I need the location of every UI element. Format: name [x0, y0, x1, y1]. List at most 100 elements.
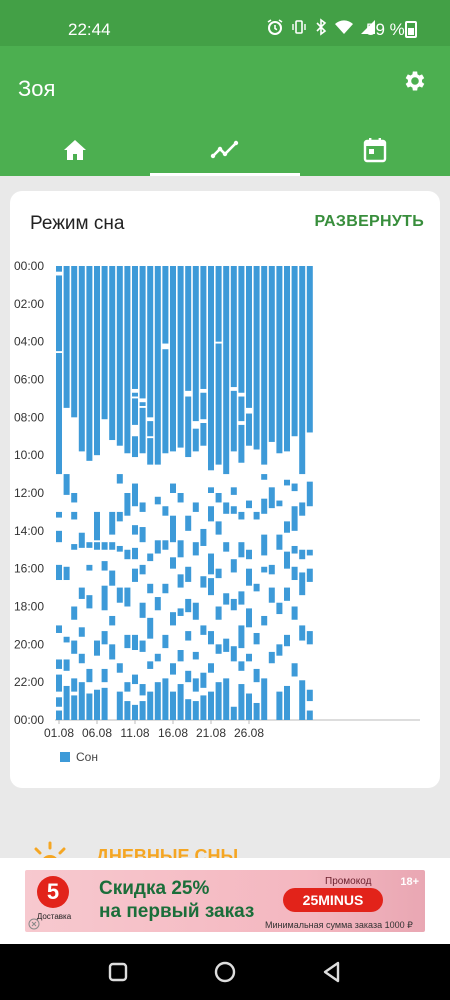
ad-banner[interactable]: 5 Доставка Скидка 25% на первый заказ Пр…	[25, 870, 425, 932]
sleep-bar	[246, 266, 252, 408]
sleep-bar	[268, 266, 275, 442]
sleep-bar	[56, 353, 62, 475]
sleep-bar	[230, 598, 237, 611]
sleep-bar	[147, 421, 154, 437]
sleep-bar	[147, 583, 154, 594]
sleep-bar	[139, 407, 146, 454]
sleep-bar	[63, 266, 70, 408]
sleep-bar	[109, 644, 116, 660]
x-tick-label: 11.08	[120, 726, 149, 740]
sleep-bar	[56, 674, 62, 692]
sleep-bar	[192, 678, 199, 692]
sleep-bar	[162, 266, 169, 344]
tab-home[interactable]	[0, 124, 150, 176]
sleep-bar	[246, 500, 252, 509]
sleep-bar	[208, 506, 214, 522]
sleep-bar	[200, 695, 207, 720]
sleep-bar	[177, 574, 184, 588]
sleep-bar	[238, 591, 245, 605]
sleep-bar	[63, 659, 70, 671]
y-tick-label: 02:00	[14, 297, 44, 311]
pyaterochka-logo: 5 Доставка	[31, 876, 77, 924]
sleep-bar	[116, 587, 123, 603]
sleep-chart: 00:00 02:00 04:00 06:00 08:00 10:00 12:00 14:00…	[14, 259, 420, 740]
sleep-bar	[284, 479, 290, 486]
sleep-bar	[109, 266, 116, 441]
sleep-bar	[132, 436, 138, 458]
sleep-bar	[185, 631, 192, 641]
sleep-bar	[306, 689, 313, 702]
status-icons	[266, 18, 376, 36]
sleep-bar	[215, 266, 222, 342]
sleep-bar	[101, 631, 108, 645]
sleep-bar	[246, 568, 252, 586]
sleep-bar	[162, 506, 169, 516]
sleep-bar	[192, 602, 199, 620]
sleep-bar	[268, 587, 275, 603]
sleep-bar	[56, 710, 62, 720]
bluetooth-icon	[316, 18, 327, 36]
ad-headline: Скидка 25%	[99, 878, 210, 899]
sleep-bar	[215, 493, 222, 503]
sleep-bar	[170, 663, 176, 675]
recents-square-icon[interactable]	[104, 958, 132, 986]
sleep-bar	[139, 640, 146, 652]
gear-icon[interactable]	[402, 68, 428, 94]
sleep-bar	[185, 699, 192, 720]
sleep-bar	[101, 561, 108, 571]
sleep-bar	[78, 653, 85, 664]
sleep-bar	[185, 266, 192, 391]
sleep-bar	[276, 691, 283, 720]
sleep-bar	[86, 595, 93, 609]
system-nav-bar	[0, 944, 450, 1000]
y-tick-label: 22:00	[14, 675, 44, 689]
x-tick-label: 16.08	[158, 726, 188, 740]
y-tick-label: 12:00	[14, 486, 44, 500]
sleep-bar	[139, 564, 146, 575]
ad-subheadline: на первый заказ	[99, 901, 255, 922]
sleep-bar	[185, 670, 192, 683]
sleep-bar	[306, 549, 313, 556]
tab-selected-indicator	[150, 173, 300, 176]
app-bar: Зоя	[0, 46, 450, 176]
daytime-naps-section: ДНЕВНЫЕ СНЫ	[0, 836, 450, 858]
home-circle-icon[interactable]	[211, 958, 239, 986]
tab-chart[interactable]	[150, 124, 300, 176]
sleep-bar	[208, 691, 214, 720]
sleep-bar	[223, 502, 230, 514]
sleep-bar	[223, 593, 230, 605]
sleep-bar	[253, 668, 260, 683]
ad-info-icon[interactable]	[28, 918, 40, 930]
sleep-bar	[253, 702, 260, 720]
sleep-bar	[101, 668, 108, 683]
sleep-bar	[261, 534, 268, 556]
y-tick-label: 00:00	[14, 713, 44, 727]
sleep-bar	[162, 583, 169, 594]
sleep-bar	[63, 566, 70, 581]
age-rating: 18+	[400, 876, 419, 888]
sleep-bar	[276, 644, 283, 656]
sleep-bar	[132, 483, 138, 507]
sleep-bar	[177, 608, 184, 616]
sleep-bar	[215, 343, 222, 465]
sleep-bar	[268, 564, 275, 575]
sleep-bar	[101, 542, 108, 550]
sleep-bar	[56, 511, 62, 518]
sleep-bar	[78, 682, 85, 720]
sleep-bar	[276, 602, 283, 615]
sleep-bar	[147, 553, 154, 562]
sleep-bar	[71, 544, 78, 550]
sleep-bar	[185, 566, 192, 582]
sleep-bar	[253, 632, 260, 645]
sleep-bar	[192, 651, 199, 660]
sleep-bar	[116, 511, 123, 522]
sleep-bar	[284, 266, 290, 452]
sleep-bar	[116, 266, 123, 446]
tab-calendar[interactable]	[300, 124, 450, 176]
sleep-bar	[261, 566, 268, 573]
sleep-bar	[253, 583, 260, 592]
sleep-bar	[63, 636, 70, 643]
sleep-bar	[170, 691, 176, 720]
back-triangle-icon[interactable]	[318, 958, 346, 986]
sleep-bar	[132, 704, 138, 720]
